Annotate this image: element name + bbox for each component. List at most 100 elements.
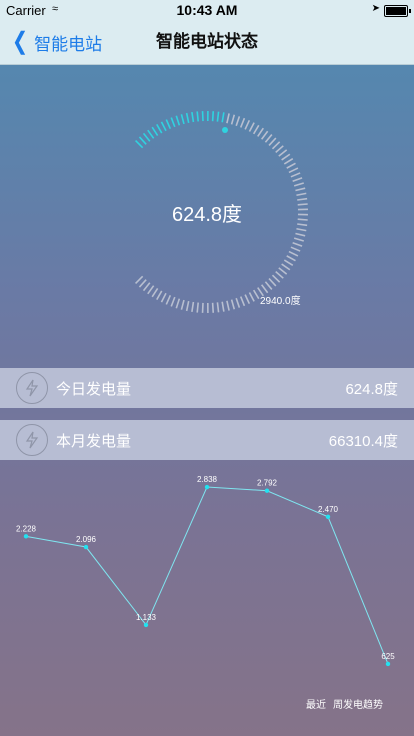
gauge-tick	[252, 124, 260, 135]
location-icon: ➤	[371, 3, 380, 14]
gauge-tick	[268, 137, 277, 146]
gauge-tick	[221, 112, 225, 123]
gauge-tick	[180, 299, 185, 310]
gauge-tick	[147, 285, 155, 295]
trend-point	[23, 534, 29, 539]
navigation-bar: ❮ 智能电站 智能电站状态	[0, 20, 414, 65]
gauge-tick	[293, 237, 304, 242]
gauge-tick	[295, 187, 306, 192]
month-energy-value: 66310.4度	[328, 432, 398, 450]
gauge-value: 624.8度	[171, 204, 243, 226]
today-energy-value: 624.8度	[345, 380, 398, 398]
gauge-tick	[151, 288, 159, 298]
status-time: 10:43 AM	[176, 2, 238, 18]
trend-point-label: 2.096	[76, 535, 97, 544]
gauge-tick	[138, 279, 147, 288]
gauge-tick	[216, 302, 220, 313]
gauge-tick	[226, 300, 230, 311]
gauge-tick	[185, 112, 190, 124]
gauge-tick	[180, 114, 185, 125]
gauge-tick	[135, 275, 144, 284]
trend-point	[264, 488, 270, 493]
gauge-tick	[281, 263, 291, 271]
gauge-tick	[278, 267, 288, 275]
chart-caption-trend: 周发电趋势	[333, 700, 383, 711]
page-title: 智能电站状态	[156, 32, 258, 51]
gauge-tick	[290, 246, 301, 252]
gauge-tick	[196, 302, 199, 313]
gauge-tick	[211, 302, 215, 313]
trend-point-label: 625	[381, 652, 395, 661]
gauge-tick	[278, 149, 288, 157]
month-energy-row[interactable]: 本月发电量 66310.4度	[0, 420, 414, 460]
gauge-tick	[286, 255, 296, 262]
gauge-tick	[151, 126, 159, 136]
gauge-tick	[230, 114, 236, 125]
gauge-tick	[175, 298, 181, 309]
gauge-tick	[293, 182, 304, 187]
gauge-tick	[244, 119, 251, 130]
trend-point	[325, 514, 331, 519]
trend-point-label: 2.838	[197, 475, 218, 484]
gauge-tick	[160, 292, 167, 303]
gauge-tick	[170, 296, 176, 307]
gauge-tick	[296, 227, 307, 232]
gauge-tick	[185, 300, 190, 312]
gauge-tick	[191, 112, 195, 123]
month-energy-label: 本月发电量	[56, 432, 132, 450]
trend-point	[143, 622, 149, 628]
gauge-tick	[211, 111, 215, 122]
gauge-tick	[295, 232, 306, 237]
trend-point-label: 2.792	[257, 479, 278, 488]
gauge-tick	[175, 115, 181, 126]
gauge-tick	[165, 294, 172, 305]
gauge-tick	[271, 274, 281, 283]
gauge-tick	[261, 130, 269, 140]
gauge-tick	[275, 271, 284, 279]
gauge-tick	[244, 294, 251, 305]
gauge-tick	[275, 145, 284, 153]
gauge-tick	[296, 192, 307, 197]
trend-point	[385, 661, 391, 667]
gauge-tick	[216, 111, 220, 122]
gauge-tick	[138, 136, 147, 145]
gauge-tick	[235, 116, 241, 127]
status-bar: Carrier ≈ 10:43 AM ➤	[0, 0, 414, 20]
energy-gauge: 624.8度 2940.0度	[0, 64, 414, 364]
gauge-tick	[288, 167, 299, 174]
gauge-tick	[252, 289, 260, 300]
gauge-tick	[142, 282, 151, 292]
gauge-tick	[156, 123, 163, 134]
chart-caption-recent: 最近	[306, 700, 326, 711]
trend-point	[83, 544, 89, 550]
gauge-tick	[135, 140, 144, 149]
gauge-tick	[283, 158, 294, 165]
gauge-tick	[156, 290, 163, 301]
today-energy-row[interactable]: 今日发电量 624.8度	[0, 368, 414, 408]
today-energy-label: 今日发电量	[56, 380, 132, 398]
gauge-tick	[165, 119, 172, 130]
gauge-tick	[170, 117, 176, 128]
gauge-max-label: 2940.0度	[260, 296, 301, 307]
gauge-tick	[292, 177, 303, 183]
gauge-tick	[160, 121, 167, 132]
gauge-tick	[191, 301, 195, 312]
battery-icon	[384, 5, 411, 17]
gauge-indicator-dot	[222, 126, 229, 133]
trend-point-label: 2.228	[16, 524, 37, 533]
gauge-tick	[248, 122, 255, 132]
trend-point-label: 1.133	[136, 613, 157, 622]
gauge-tick	[248, 292, 255, 302]
gauge-tick	[264, 134, 273, 143]
gauge-tick	[239, 117, 246, 128]
gauge-tick	[281, 153, 291, 161]
gauge-tick	[235, 297, 241, 308]
gauge-tick	[288, 250, 299, 257]
gauge-tick	[292, 241, 303, 247]
gauge-tick	[221, 301, 225, 312]
gauge-tick	[268, 278, 277, 287]
gauge-tick	[142, 132, 151, 142]
gauge-tick	[196, 111, 199, 122]
gauge-tick	[239, 296, 246, 307]
gauge-tick	[264, 281, 273, 290]
